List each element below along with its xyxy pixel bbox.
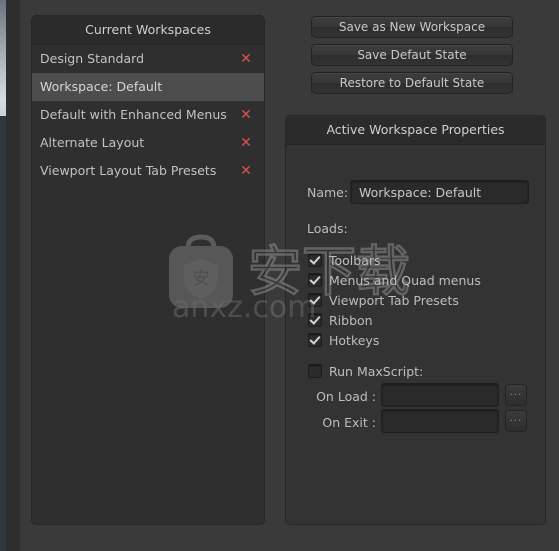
list-item[interactable]: Alternate Layout ✕: [32, 129, 264, 157]
checkbox-ribbon[interactable]: [308, 313, 322, 327]
list-item[interactable]: Design Standard ✕: [32, 45, 264, 73]
checkbox-label: Run MaxScript:: [329, 364, 424, 379]
checkbox-hotkeys[interactable]: [308, 333, 322, 347]
checkbox-label: Toolbars: [329, 253, 381, 268]
checkbox-label: Ribbon: [329, 313, 373, 328]
workspace-name: Alternate Layout: [40, 135, 145, 150]
name-label: Name:: [307, 185, 349, 200]
checkbox-toolbars[interactable]: [308, 253, 322, 267]
workspace-name: Design Standard: [40, 51, 144, 66]
close-x-icon[interactable]: ✕: [238, 157, 254, 185]
list-item[interactable]: Default with Enhanced Menus ✕: [32, 101, 264, 129]
on-load-browse-button[interactable]: ...: [505, 384, 527, 406]
close-x-icon[interactable]: ✕: [238, 45, 254, 73]
checkbox-row-ribbon[interactable]: Ribbon: [308, 312, 373, 330]
active-workspace-properties-panel: Active Workspace Properties Name: Loads:…: [285, 115, 546, 525]
workspaces-list[interactable]: Design Standard ✕ Workspace: Default Def…: [32, 45, 264, 185]
checkbox-row-menus-and-quad-menus[interactable]: Menus and Quad menus: [308, 272, 481, 290]
active-workspace-properties-title: Active Workspace Properties: [286, 116, 545, 145]
checkbox-row-viewport-tab-presets[interactable]: Viewport Tab Presets: [308, 292, 459, 310]
list-item[interactable]: Workspace: Default: [32, 73, 264, 101]
current-workspaces-title: Current Workspaces: [32, 16, 264, 45]
checkbox-label: Hotkeys: [329, 333, 380, 348]
close-x-icon[interactable]: ✕: [238, 101, 254, 129]
checkbox-row-toolbars[interactable]: Toolbars: [308, 252, 381, 270]
workspace-name: Default with Enhanced Menus: [40, 107, 227, 122]
checkbox-viewport-tab-presets[interactable]: [308, 293, 322, 307]
on-load-label: On Load :: [316, 389, 376, 404]
on-load-script-input[interactable]: [381, 383, 499, 407]
on-exit-label: On Exit :: [322, 415, 376, 430]
checkbox-menus-and-quad-menus[interactable]: [308, 273, 322, 287]
on-exit-browse-button[interactable]: ...: [505, 410, 527, 432]
checkbox-row-hotkeys[interactable]: Hotkeys: [308, 332, 379, 350]
checkbox-row-run-maxscript[interactable]: Run MaxScript:: [308, 363, 423, 381]
checkbox-label: Menus and Quad menus: [329, 273, 481, 288]
workspace-name-input[interactable]: [350, 180, 529, 204]
save-as-new-workspace-button[interactable]: Save as New Workspace: [311, 16, 513, 38]
left-gutter: [6, 0, 20, 551]
close-x-icon[interactable]: ✕: [238, 129, 254, 157]
list-item[interactable]: Viewport Layout Tab Presets ✕: [32, 157, 264, 185]
checkbox-run-maxscript[interactable]: [308, 364, 322, 378]
on-exit-script-input[interactable]: [381, 409, 499, 433]
current-workspaces-panel: Current Workspaces Design Standard ✕ Wor…: [31, 15, 265, 525]
restore-to-default-state-button[interactable]: Restore to Default State: [311, 72, 513, 94]
save-default-state-button[interactable]: Save Defaut State: [311, 44, 513, 66]
workspace-name: Viewport Layout Tab Presets: [40, 163, 217, 178]
loads-label: Loads:: [307, 221, 348, 236]
workspace-name: Workspace: Default: [40, 79, 163, 94]
checkbox-label: Viewport Tab Presets: [329, 293, 459, 308]
